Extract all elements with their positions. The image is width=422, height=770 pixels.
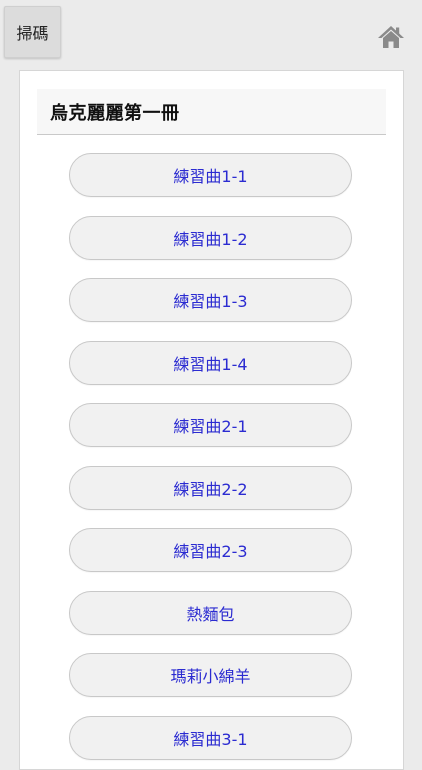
list-item[interactable]: 瑪莉小綿羊 [69, 653, 352, 697]
list-item[interactable]: 練習曲1-1 [69, 153, 352, 197]
home-icon [378, 26, 404, 48]
book-card: 烏克麗麗第一冊 練習曲1-1 練習曲1-2 練習曲1-3 練習曲1-4 練習曲2… [19, 70, 404, 770]
list-item[interactable]: 練習曲1-3 [69, 278, 352, 322]
list-item[interactable]: 練習曲1-2 [69, 215, 352, 260]
page-title: 烏克麗麗第一冊 [50, 102, 180, 124]
list-item[interactable]: 練習曲2-1 [69, 403, 352, 447]
list-item[interactable]: 練習曲3-1 [69, 715, 352, 760]
list-item[interactable]: 熱麵包 [69, 590, 352, 635]
list-item[interactable]: 練習曲1-4 [69, 340, 352, 385]
home-button[interactable] [377, 25, 405, 49]
song-list: 練習曲1-1 練習曲1-2 練習曲1-3 練習曲1-4 練習曲2-1 練習曲2-… [69, 153, 354, 769]
list-item[interactable]: 練習曲2-2 [69, 465, 352, 510]
scan-button[interactable]: 掃碼 [4, 6, 61, 58]
list-item[interactable]: 練習曲2-3 [69, 528, 352, 572]
card-header: 烏克麗麗第一冊 [37, 89, 386, 135]
top-bar: 掃碼 [0, 0, 422, 70]
